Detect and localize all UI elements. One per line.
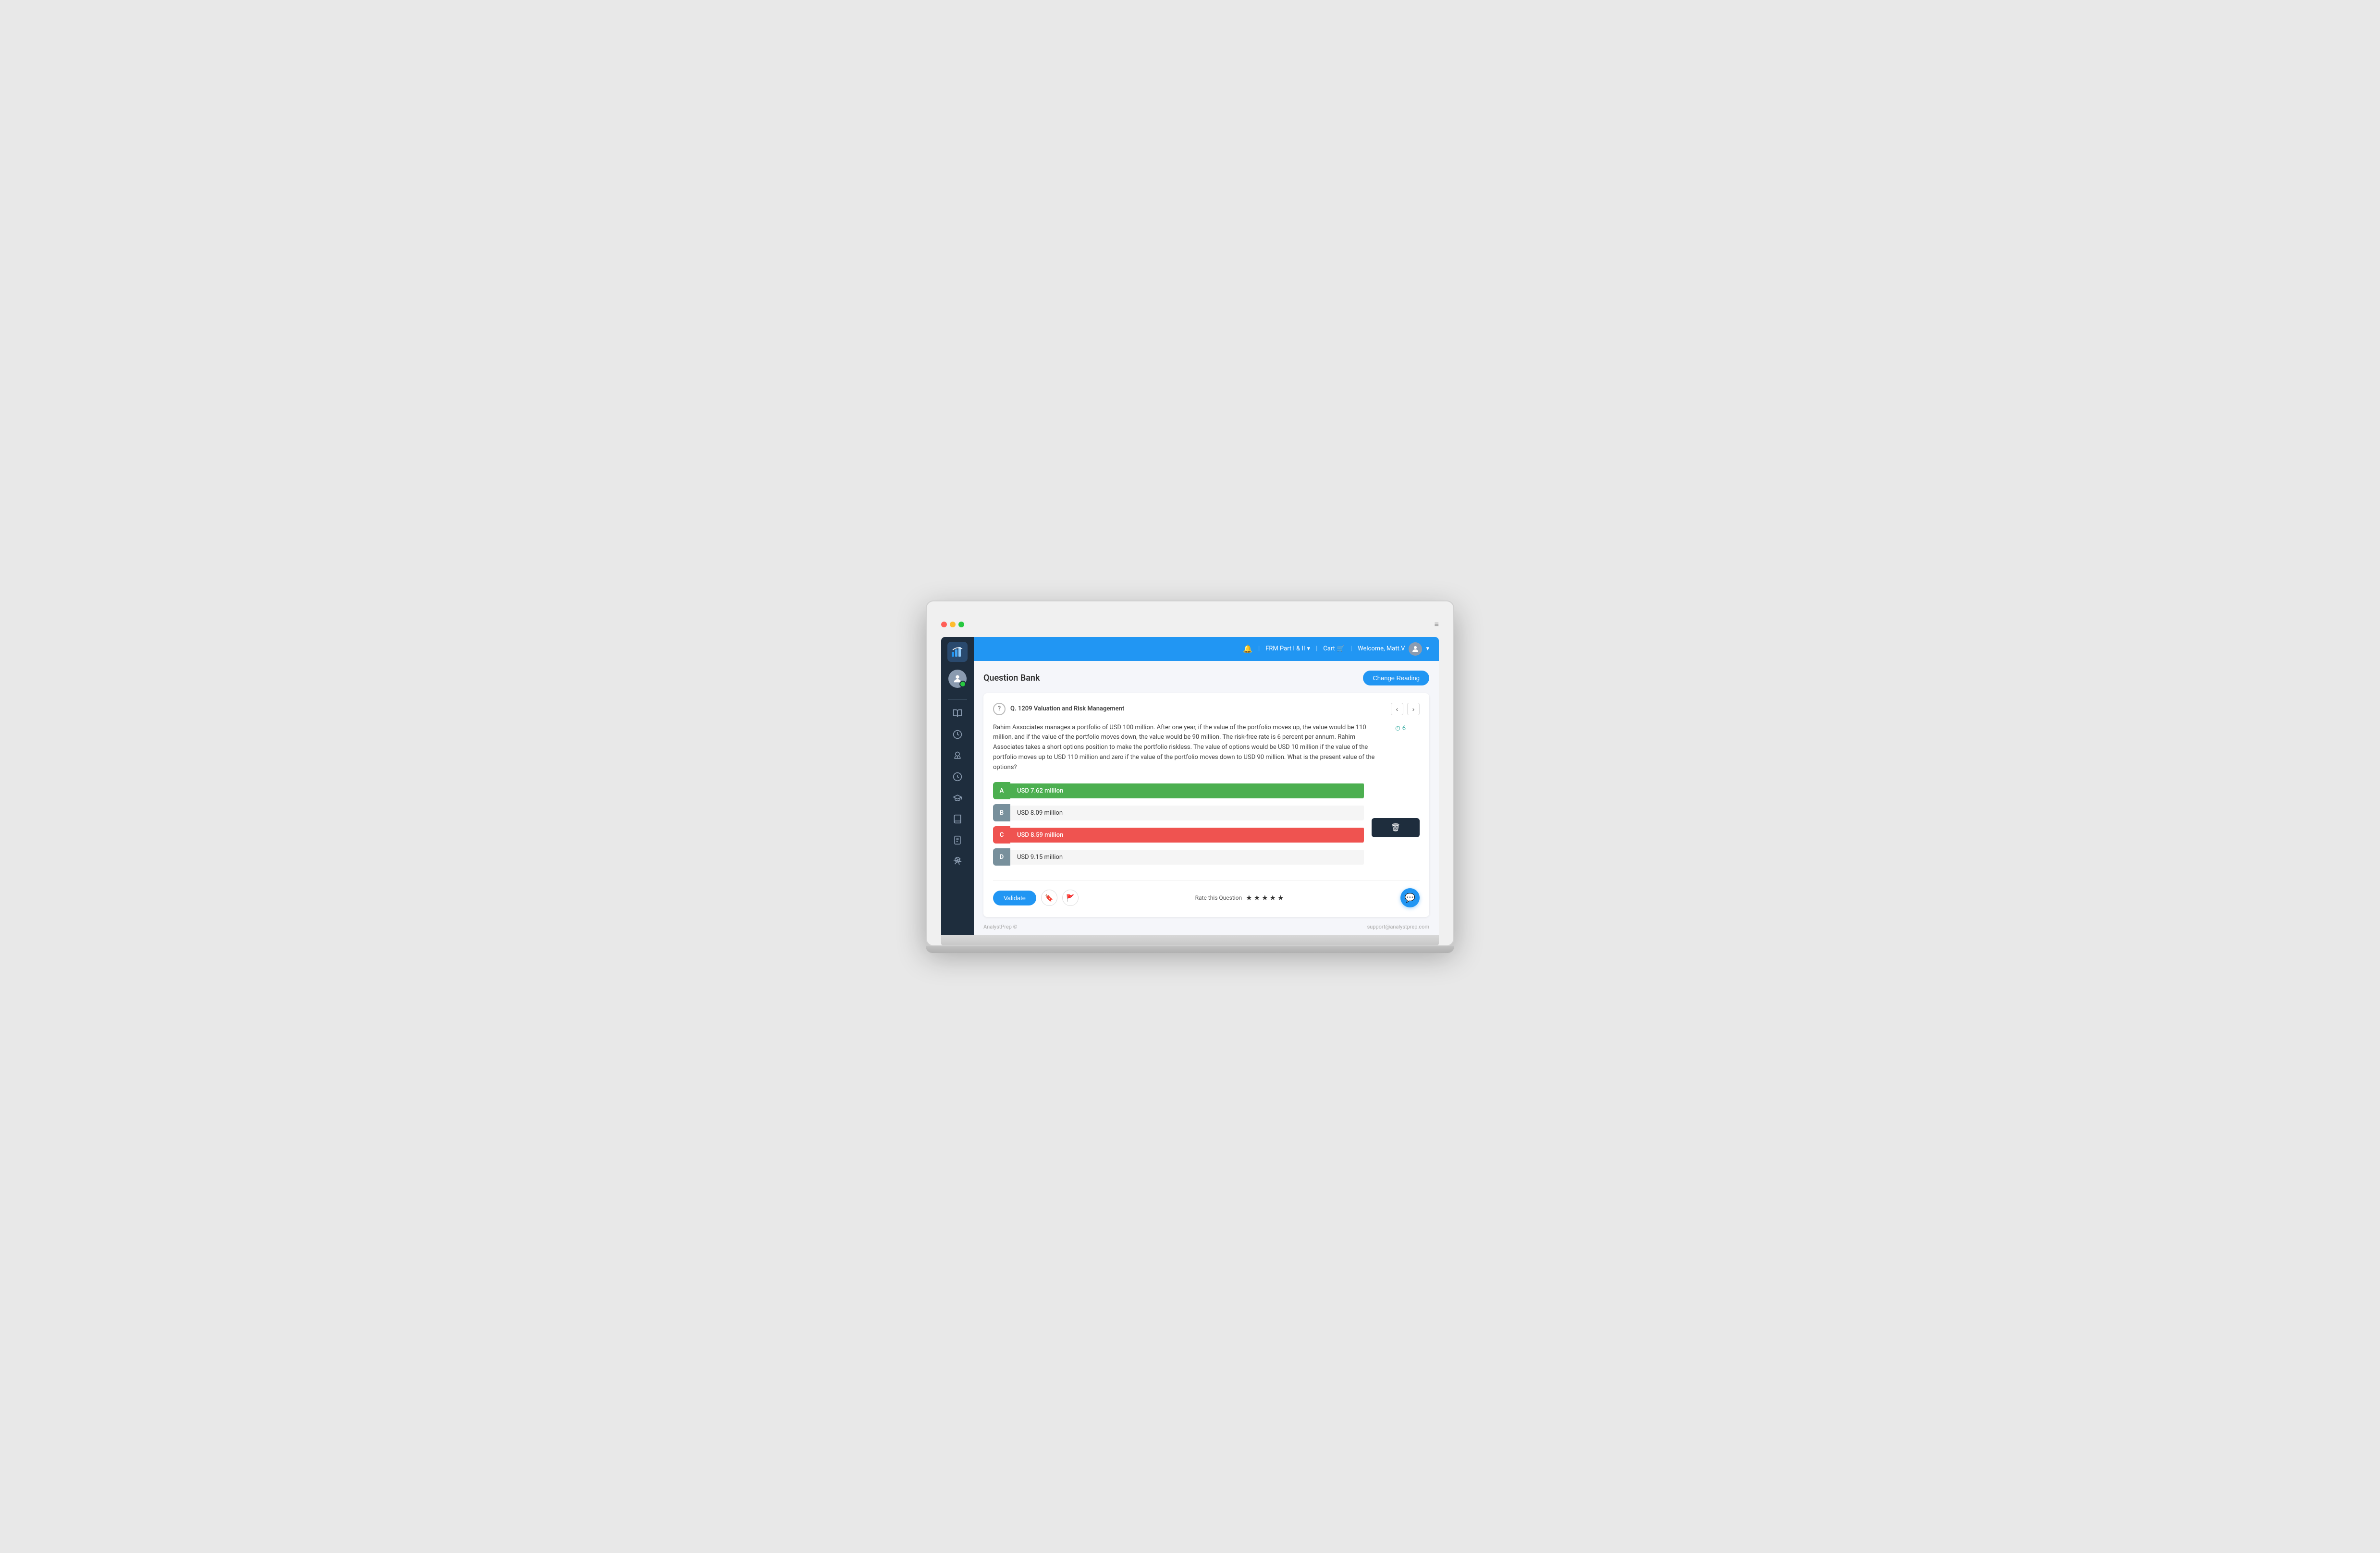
question-card: ? Q. 1209 Valuation and Risk Management … — [983, 693, 1429, 917]
close-dot[interactable] — [941, 622, 947, 627]
trash-answer-button[interactable]: 🗑 — [1372, 818, 1420, 837]
mac-titlebar: ≡ — [941, 616, 1439, 637]
question-body-container: Rahim Associates manages a portfolio of … — [993, 723, 1420, 783]
sidebar-item-notes[interactable] — [947, 809, 968, 829]
sidebar-item-mock[interactable] — [947, 767, 968, 786]
validate-button[interactable]: Validate — [993, 891, 1036, 905]
next-question-button[interactable]: › — [1407, 703, 1420, 715]
maximize-dot[interactable] — [958, 622, 964, 627]
answer-option-d[interactable]: D USD 9.15 million — [993, 848, 1364, 866]
answers-section: A USD 7.62 million B USD 8.09 million C — [993, 782, 1420, 870]
answer-letter-b: B — [993, 804, 1010, 821]
user-chevron-icon: ▾ — [1426, 645, 1429, 652]
cart-button[interactable]: Cart 🛒 — [1323, 645, 1345, 652]
timer-icon: ⏱ — [1395, 725, 1400, 733]
frm-label: FRM Part I & II — [1265, 645, 1305, 652]
user-profile-menu[interactable]: Welcome, Matt.V ▾ — [1358, 642, 1429, 656]
nav-separator-1: | — [1258, 645, 1260, 652]
answer-text-a: USD 7.62 million — [1010, 783, 1364, 798]
sidebar — [941, 637, 974, 935]
rate-label: Rate this Question — [1195, 894, 1242, 901]
menu-icon: ≡ — [1435, 620, 1439, 629]
bottom-left-actions: Validate 🔖 🚩 — [993, 890, 1079, 906]
flag-button[interactable]: 🚩 — [1062, 890, 1079, 906]
question-right-sidebar: ⏱ 6 — [1381, 723, 1420, 783]
answer-letter-c: C — [993, 826, 1010, 844]
minimize-dot[interactable] — [950, 622, 956, 627]
top-navbar: 🔔 | FRM Part I & II ▾ | Cart 🛒 | — [974, 637, 1439, 661]
chat-button[interactable]: 💬 — [1400, 888, 1420, 907]
sidebar-avatar[interactable] — [948, 670, 967, 688]
page-content: Question Bank Change Reading ? Q. 1209 V… — [974, 661, 1439, 919]
question-id-row: ? Q. 1209 Valuation and Risk Management — [993, 703, 1124, 715]
question-header: ? Q. 1209 Valuation and Risk Management … — [993, 703, 1420, 715]
answer-option-c[interactable]: C USD 8.59 million — [993, 826, 1364, 844]
answer-option-a[interactable]: A USD 7.62 million — [993, 782, 1364, 799]
star-3[interactable]: ★ — [1262, 893, 1268, 902]
answer-text-b: USD 8.09 million — [1010, 806, 1364, 820]
laptop-base — [926, 946, 1454, 953]
notification-bell-icon[interactable]: 🔔 — [1243, 644, 1252, 653]
footer-copyright: AnalystPrep © — [983, 924, 1017, 930]
footer: AnalystPrep © support@analystprep.com — [974, 919, 1439, 935]
cart-icon: 🛒 — [1337, 645, 1345, 652]
bottom-actions: Validate 🔖 🚩 Rate this Question — [993, 880, 1420, 907]
question-navigation: ‹ › — [1391, 703, 1420, 715]
frm-selector[interactable]: FRM Part I & II ▾ — [1265, 645, 1310, 652]
answer-letter-a: A — [993, 782, 1010, 799]
star-5[interactable]: ★ — [1277, 893, 1284, 902]
footer-support-email: support@analystprep.com — [1367, 924, 1429, 930]
chat-icon: 💬 — [1405, 893, 1415, 903]
timer-value: 6 — [1402, 725, 1406, 732]
sidebar-item-reading[interactable] — [947, 704, 968, 723]
answer-text-c: USD 8.59 million — [1010, 828, 1364, 843]
nav-separator-2: | — [1316, 645, 1317, 652]
bookmark-icon: 🔖 — [1045, 894, 1053, 902]
star-1[interactable]: ★ — [1246, 893, 1252, 902]
sidebar-item-concepts[interactable] — [947, 746, 968, 765]
app-logo[interactable] — [947, 642, 968, 662]
page-header: Question Bank Change Reading — [983, 671, 1429, 685]
star-rating[interactable]: ★ ★ ★ ★ ★ — [1246, 893, 1284, 902]
cart-label: Cart — [1323, 645, 1335, 652]
change-reading-button[interactable]: Change Reading — [1363, 671, 1429, 685]
bookmark-button[interactable]: 🔖 — [1041, 890, 1057, 906]
question-id-label: Q. 1209 Valuation and Risk Management — [1010, 705, 1124, 712]
frm-chevron-icon: ▾ — [1307, 645, 1311, 652]
nav-separator-3: | — [1350, 645, 1352, 652]
page-title: Question Bank — [983, 673, 1040, 683]
rating-section: Rate this Question ★ ★ ★ ★ ★ — [1195, 893, 1284, 902]
sidebar-item-reports[interactable] — [947, 831, 968, 850]
app-container: 🔔 | FRM Part I & II ▾ | Cart 🛒 | — [941, 637, 1439, 935]
star-2[interactable]: ★ — [1254, 893, 1260, 902]
nav-avatar — [1409, 642, 1422, 656]
flag-icon: 🚩 — [1066, 894, 1074, 902]
answers-list: A USD 7.62 million B USD 8.09 million C — [993, 782, 1364, 870]
sidebar-divider — [948, 699, 967, 700]
sidebar-item-practice[interactable] — [947, 725, 968, 744]
answer-right-panel: 🗑 — [1372, 782, 1420, 870]
laptop-bottom-bezel — [941, 935, 1439, 945]
timer-display: ⏱ 6 — [1395, 725, 1406, 733]
answer-option-b[interactable]: B USD 8.09 million — [993, 804, 1364, 821]
welcome-text: Welcome, Matt.V — [1358, 645, 1405, 652]
answer-text-d: USD 9.15 million — [1010, 850, 1364, 865]
main-content: 🔔 | FRM Part I & II ▾ | Cart 🛒 | — [974, 637, 1439, 935]
question-body-text: Rahim Associates manages a portfolio of … — [993, 723, 1381, 773]
sidebar-item-achievements[interactable] — [947, 852, 968, 871]
star-4[interactable]: ★ — [1270, 893, 1276, 902]
mac-window-controls — [941, 622, 964, 627]
sidebar-item-study[interactable] — [947, 788, 968, 807]
question-help-icon: ? — [993, 703, 1006, 715]
answer-letter-d: D — [993, 848, 1010, 866]
prev-question-button[interactable]: ‹ — [1391, 703, 1403, 715]
